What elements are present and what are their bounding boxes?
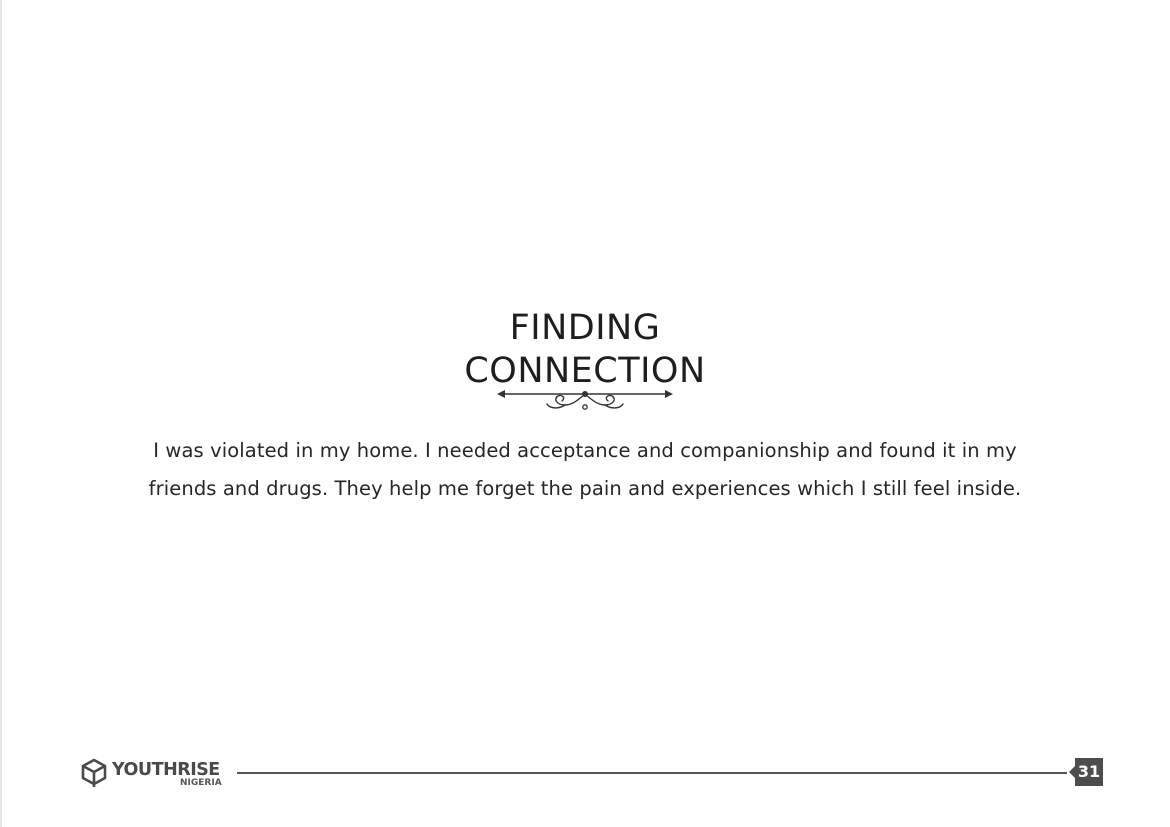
logo-subtitle: NIGERIA <box>180 778 222 788</box>
body-line-2: friends and drugs. They help me forget t… <box>148 477 1022 500</box>
ornament-divider <box>497 390 673 410</box>
youthrise-logo: YOUTHRISE NIGERIA <box>78 757 238 793</box>
body-paragraph: I was violated in my home. I needed acce… <box>100 432 1070 508</box>
page-number: 31 <box>1077 762 1101 781</box>
logo-name: YOUTHRISE <box>112 760 220 780</box>
page-edge <box>0 0 2 827</box>
title-line-1: FINDING <box>509 308 661 348</box>
cube-icon <box>81 758 107 787</box>
page-title: FINDING CONNECTION <box>0 307 1170 393</box>
body-line-1: I was violated in my home. I needed acce… <box>153 439 1017 462</box>
footer-rule <box>237 772 1067 774</box>
